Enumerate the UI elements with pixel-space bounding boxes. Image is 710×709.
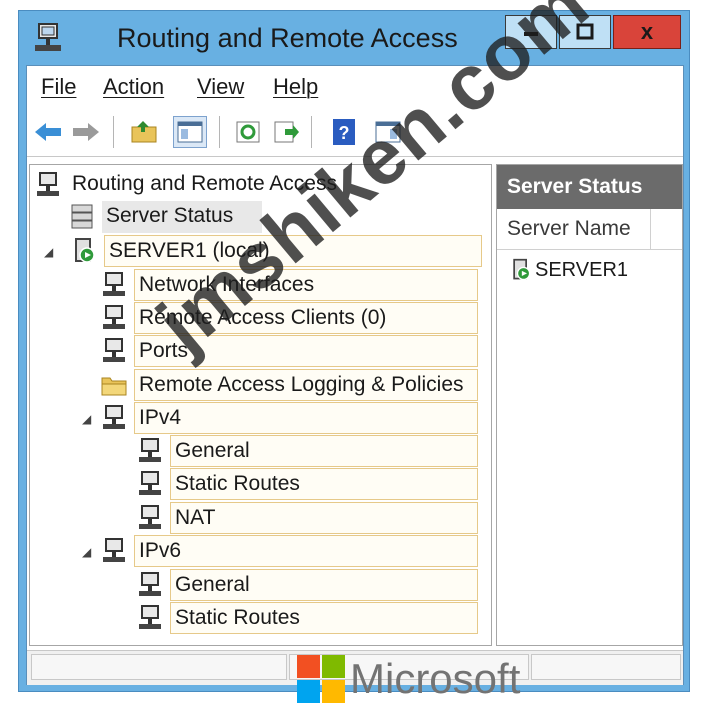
client-area: File Action View Help ? Routing and Remo… <box>26 65 684 685</box>
column-header-server-name[interactable]: Server Name <box>497 209 651 249</box>
back-icon <box>35 123 61 141</box>
toolbar: ? <box>27 110 683 157</box>
tree-label: Static Routes <box>170 602 478 634</box>
collapse-arrow-icon[interactable]: ◢ <box>82 545 91 559</box>
tree-label: SERVER1 (local) <box>104 235 482 267</box>
general-icon <box>139 572 161 596</box>
help-button[interactable]: ? <box>327 116 361 148</box>
tree-label: Network Interfaces <box>134 269 478 301</box>
menu-view[interactable]: View <box>197 74 244 100</box>
ipv4-icon <box>103 405 125 429</box>
server-running-icon <box>75 238 95 263</box>
show-hide-tree-button[interactable] <box>173 116 207 148</box>
folder-icon <box>101 377 127 396</box>
tree-label: Server Status <box>102 201 262 233</box>
menu-help[interactable]: Help <box>273 74 318 100</box>
microsoft-wordmark: Microsoft <box>350 655 521 702</box>
remote-access-clients-icon <box>103 305 125 329</box>
properties-pane-button[interactable] <box>371 116 405 148</box>
export-list-icon <box>274 121 299 143</box>
refresh-icon <box>236 121 260 143</box>
server-running-icon <box>513 258 531 281</box>
tree-label: Remote Access Logging & Policies <box>134 369 478 401</box>
show-hide-tree-icon <box>177 121 203 143</box>
svg-text:?: ? <box>339 123 350 143</box>
ipv6-icon <box>103 538 125 562</box>
collapse-arrow-icon[interactable]: ◢ <box>82 412 91 426</box>
server-name-cell: SERVER1 <box>535 258 629 281</box>
back-button[interactable] <box>31 116 65 148</box>
network-interfaces-icon <box>103 272 125 296</box>
minimize-button[interactable] <box>505 15 557 49</box>
toolbar-separator <box>311 116 312 148</box>
tree-label: General <box>170 569 478 601</box>
status-bar-section <box>531 654 681 680</box>
console-tree[interactable]: Routing and Remote Access Server Status … <box>29 164 492 646</box>
details-header: Server Status <box>497 165 682 209</box>
main-window: Routing and Remote Access x File Action … <box>18 10 690 692</box>
close-button[interactable]: x <box>613 15 681 49</box>
help-icon: ? <box>333 119 355 145</box>
menu-action[interactable]: Action <box>103 74 164 100</box>
toolbar-separator <box>113 116 114 148</box>
general-icon <box>139 438 161 462</box>
properties-pane-icon <box>375 121 401 143</box>
list-item[interactable]: SERVER1 <box>509 255 628 285</box>
column-header-row: Server Name <box>497 209 682 250</box>
routing-server-icon <box>37 172 59 196</box>
static-routes-icon <box>139 471 161 495</box>
window-title: Routing and Remote Access <box>117 23 458 53</box>
status-bar-section <box>31 654 287 680</box>
forward-button[interactable] <box>69 116 103 148</box>
toolbar-separator <box>219 116 220 148</box>
tree-label: IPv4 <box>134 402 478 434</box>
server-status-icon <box>71 204 93 229</box>
microsoft-logo <box>297 655 345 703</box>
details-pane: Server Status Server Name SERVER1 <box>496 164 683 646</box>
collapse-arrow-icon[interactable]: ◢ <box>44 245 53 259</box>
routing-app-icon <box>35 23 61 51</box>
tree-label: NAT <box>170 502 478 534</box>
up-folder-button[interactable] <box>127 116 161 148</box>
tree-label: Remote Access Clients (0) <box>134 302 478 334</box>
menu-bar: File Action View Help <box>27 66 683 108</box>
maximize-icon <box>576 23 594 40</box>
up-folder-icon <box>131 121 157 143</box>
nat-icon <box>139 505 161 529</box>
title-bar[interactable]: Routing and Remote Access x <box>19 11 689 65</box>
refresh-button[interactable] <box>231 116 265 148</box>
tree-label: Routing and Remote Access <box>72 172 337 195</box>
tree-label: General <box>170 435 478 467</box>
tree-label: Ports <box>134 335 478 367</box>
minimize-icon <box>524 32 538 36</box>
close-icon: x <box>640 19 654 44</box>
menu-file[interactable]: File <box>41 74 76 100</box>
export-list-button[interactable] <box>269 116 303 148</box>
static-routes-icon <box>139 605 161 629</box>
tree-label: IPv6 <box>134 535 478 567</box>
forward-icon <box>73 123 99 141</box>
maximize-button[interactable] <box>559 15 611 49</box>
ports-icon <box>103 338 125 362</box>
tree-label: Static Routes <box>170 468 478 500</box>
